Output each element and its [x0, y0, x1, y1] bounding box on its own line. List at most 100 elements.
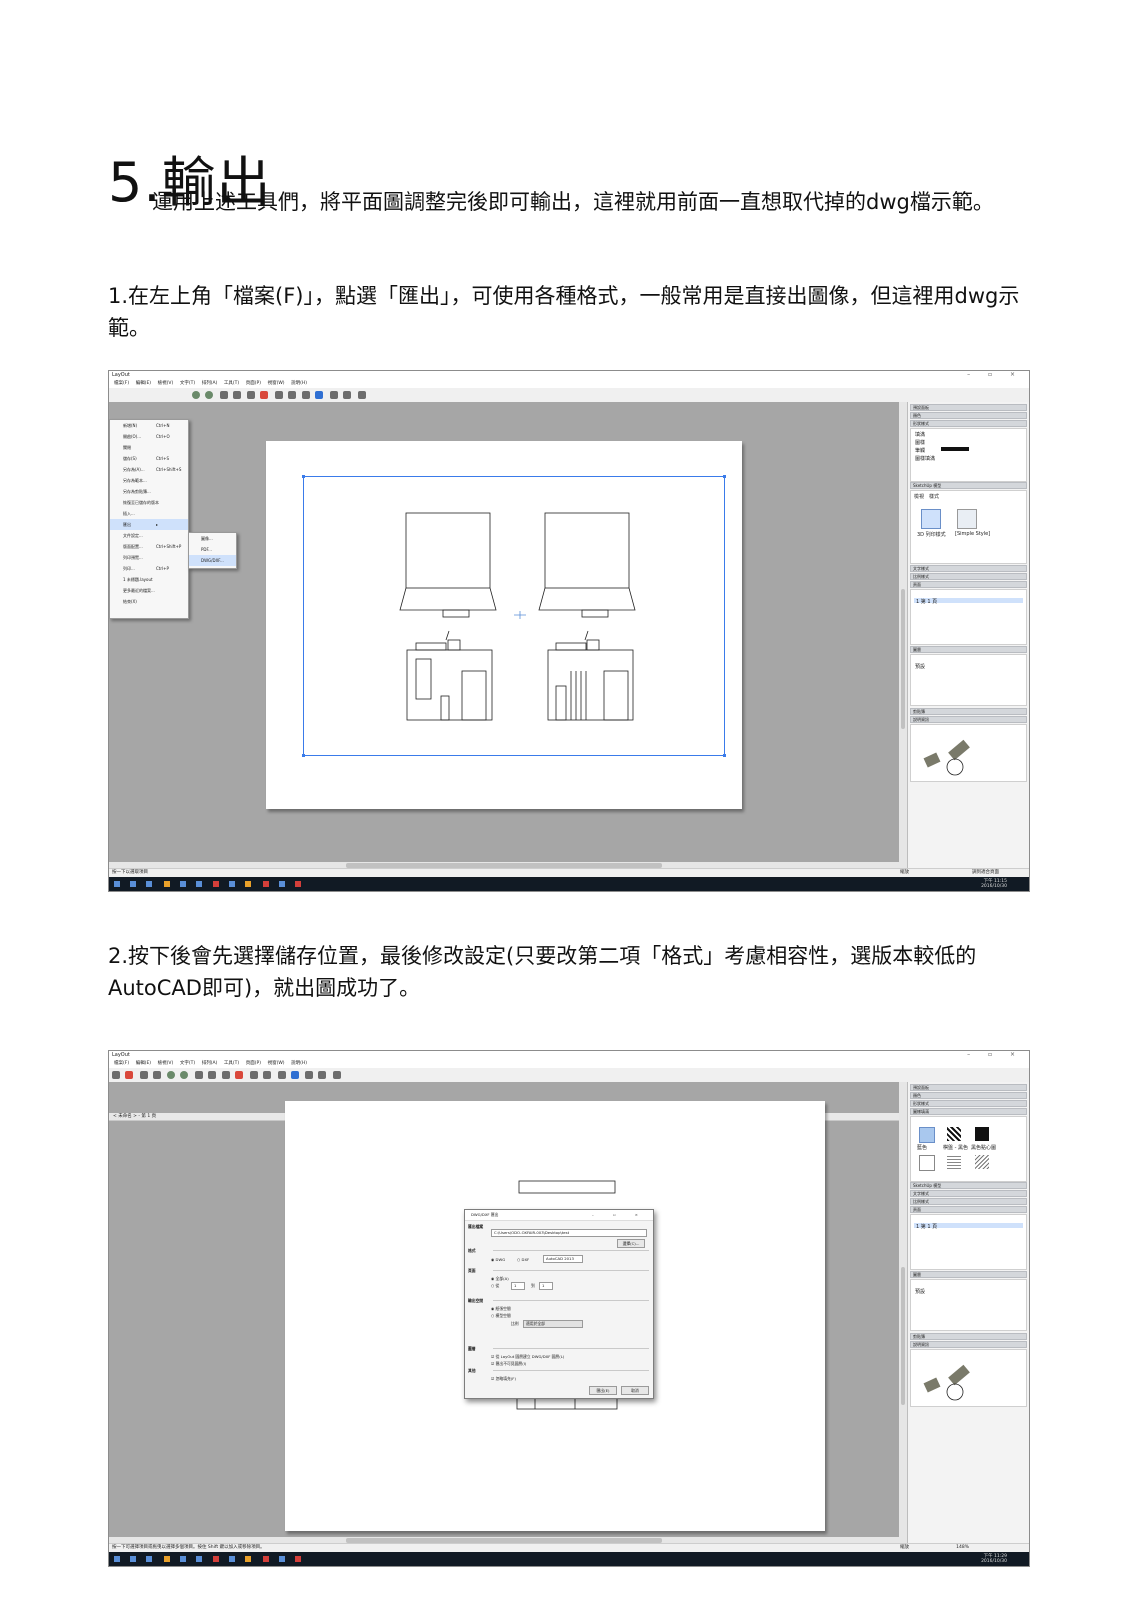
layout-icon[interactable]	[294, 881, 301, 887]
format-dwg-radio[interactable]: ◉ DWG	[491, 1257, 505, 1262]
panel-header[interactable]: 形狀樣式	[910, 420, 1027, 427]
start-icon[interactable]	[114, 1556, 120, 1562]
app-icon[interactable]	[213, 881, 220, 887]
export-button[interactable]: 匯出(E)	[589, 1386, 617, 1395]
panel-header[interactable]: 圖層	[910, 646, 1027, 653]
zoom-dropdown[interactable]: 調到適合頁面	[972, 869, 999, 877]
panel-header[interactable]: 說明資訊	[910, 716, 1027, 723]
rectangle-tool-icon[interactable]	[152, 1071, 161, 1079]
prev-page-icon[interactable]	[342, 391, 351, 399]
export-invisible-checkbox[interactable]: ☑ 匯出不可見圖層(I)	[491, 1361, 526, 1367]
page-row[interactable]: 1 第 1 頁	[914, 598, 1023, 605]
search-icon[interactable]	[130, 881, 136, 887]
dimension-tool-icon[interactable]	[222, 1071, 231, 1079]
layer-row[interactable]: 預設	[915, 663, 925, 670]
system-clock[interactable]: 下午 11:15 2016/10/30	[981, 879, 1007, 889]
window-controls-icon[interactable]: – ▫ ×	[967, 1051, 1023, 1058]
store-icon[interactable]	[195, 881, 202, 887]
create-layers-checkbox[interactable]: ☑ 從 LayOut 圖層建立 DWG/DXF 圖層(L)	[491, 1354, 564, 1360]
system-clock[interactable]: 下午 11:29 2016/10/30	[981, 1554, 1007, 1564]
panel-header[interactable]: 顏色	[910, 1092, 1027, 1099]
panel-header[interactable]: SketchUp 模型	[910, 482, 1027, 489]
style-thumbnail[interactable]	[957, 509, 977, 529]
store-icon[interactable]	[195, 1556, 202, 1562]
panel-header[interactable]: 文字樣式	[910, 565, 1027, 572]
label-tool-icon[interactable]	[207, 1071, 216, 1079]
ignore-fill-checkbox[interactable]: ☑ 忽略填充(F)	[491, 1376, 516, 1382]
menu-edit[interactable]: 編輯(E)	[136, 380, 151, 388]
submenu-item-image[interactable]: 圖像...	[189, 533, 236, 544]
cancel-button[interactable]: 取消	[621, 1386, 649, 1395]
menu-tools[interactable]: 工具(T)	[224, 380, 239, 388]
mail-icon[interactable]	[179, 1556, 186, 1562]
menu-item-save[interactable]: 儲存(S) Ctrl+S	[110, 453, 188, 464]
menu-view[interactable]: 檢視(V)	[158, 380, 174, 388]
menu-item-page-setup[interactable]: 版面配置... Ctrl+Shift+P	[110, 541, 188, 552]
panel-header[interactable]: 剪貼簿	[910, 708, 1027, 715]
app-icon[interactable]	[229, 1556, 236, 1562]
next-page-icon[interactable]	[357, 391, 366, 399]
polygon-tool-icon[interactable]	[180, 1071, 189, 1079]
menu-item-open[interactable]: 開啟(O)... Ctrl+O	[110, 431, 188, 442]
file-explorer-icon[interactable]	[163, 1556, 170, 1562]
menu-pages[interactable]: 頁面(P)	[246, 380, 261, 388]
chrome-icon[interactable]	[278, 881, 285, 887]
task-view-icon[interactable]	[146, 881, 152, 887]
pages-range-radio[interactable]: ○ 從	[491, 1283, 499, 1289]
sample-tool-icon[interactable]	[262, 1071, 271, 1079]
menu-item-exit[interactable]: 結束(X)	[110, 596, 188, 607]
menu-arrange[interactable]: 排列(A)	[202, 380, 218, 388]
drawing-canvas[interactable]: < 未命名 > - 第 1 頁 DWG/DXF 匯出 – ▫ × 匯出檔案 C:…	[109, 1082, 903, 1544]
sample-tool-icon[interactable]	[287, 391, 296, 399]
circle-tool-icon[interactable]	[167, 1071, 176, 1079]
menu-text[interactable]: 文字(T)	[180, 1060, 195, 1068]
vertical-scrollbar[interactable]	[899, 1082, 907, 1544]
menu-item-save-template[interactable]: 另存為範本...	[110, 475, 188, 486]
search-icon[interactable]	[130, 1556, 136, 1562]
menu-item-print-preview[interactable]: 列印預覽...	[110, 552, 188, 563]
menu-tools[interactable]: 工具(T)	[224, 1060, 239, 1068]
window-controls-icon[interactable]: – ▫ ×	[967, 371, 1023, 378]
panel-header[interactable]: 頁面	[910, 1206, 1027, 1213]
vertical-scrollbar[interactable]	[899, 402, 907, 869]
text-tool-icon[interactable]	[194, 1071, 203, 1079]
menu-item-save-as[interactable]: 另存為(A)... Ctrl+Shift+S	[110, 464, 188, 475]
page-row[interactable]: 1 第 1 頁	[914, 1223, 1023, 1230]
mail-icon[interactable]	[179, 881, 186, 887]
menu-window[interactable]: 視窗(W)	[268, 1060, 285, 1068]
panel-header[interactable]: 剪貼簿	[910, 1333, 1027, 1340]
menu-item-document-setup[interactable]: 文件設定...	[110, 530, 188, 541]
app-icon[interactable]	[213, 1556, 220, 1562]
panel-header[interactable]: 圖樣填滿	[910, 1108, 1027, 1115]
app-icon[interactable]	[229, 881, 236, 887]
panel-header[interactable]: 顏色	[910, 412, 1027, 419]
pages-all-radio[interactable]: ◉ 全部(A)	[491, 1276, 509, 1282]
pattern-swatch[interactable]	[975, 1155, 989, 1169]
dialog-window-controls-icon[interactable]: – ▫ ×	[592, 1210, 647, 1220]
app-icon[interactable]	[245, 1556, 252, 1562]
layer-row[interactable]: 預設	[915, 1288, 925, 1295]
menu-pages[interactable]: 頁面(P)	[246, 1060, 261, 1068]
arc-tool-icon[interactable]	[139, 1071, 148, 1079]
pattern-swatch[interactable]	[919, 1155, 935, 1171]
style-tool-icon[interactable]	[274, 391, 283, 399]
menu-item-print[interactable]: 列印... Ctrl+P	[110, 563, 188, 574]
pattern-swatch[interactable]	[975, 1127, 989, 1141]
app-icon[interactable]	[262, 1556, 269, 1562]
menu-text[interactable]: 文字(T)	[180, 380, 195, 388]
select-tool-icon[interactable]	[112, 1071, 120, 1079]
submenu-item-pdf[interactable]: PDF...	[189, 544, 236, 555]
version-dropdown[interactable]: AutoCAD 2013	[543, 1255, 583, 1263]
panel-header[interactable]: SketchUp 模型	[910, 1182, 1027, 1189]
menu-item-new[interactable]: 新增(N) Ctrl+N	[110, 420, 188, 431]
app-icon[interactable]	[245, 881, 252, 887]
pages-to-field[interactable]: 1	[539, 1282, 553, 1290]
format-dxf-radio[interactable]: ○ DXF	[517, 1257, 529, 1262]
menu-item-save-scrapbook[interactable]: 另存為剪貼簿...	[110, 486, 188, 497]
circle-tool-icon[interactable]	[192, 391, 200, 399]
save-path-field[interactable]: C:\Users\ODO-OXFAIR-003\Desktop\test	[491, 1229, 647, 1237]
scale-dropdown[interactable]: 適用於全部	[523, 1320, 583, 1328]
style-tool-icon[interactable]	[249, 1071, 258, 1079]
menu-item-close[interactable]: 關閉	[110, 442, 188, 453]
menu-item-recent[interactable]: 1 未標題.layout	[110, 574, 188, 585]
